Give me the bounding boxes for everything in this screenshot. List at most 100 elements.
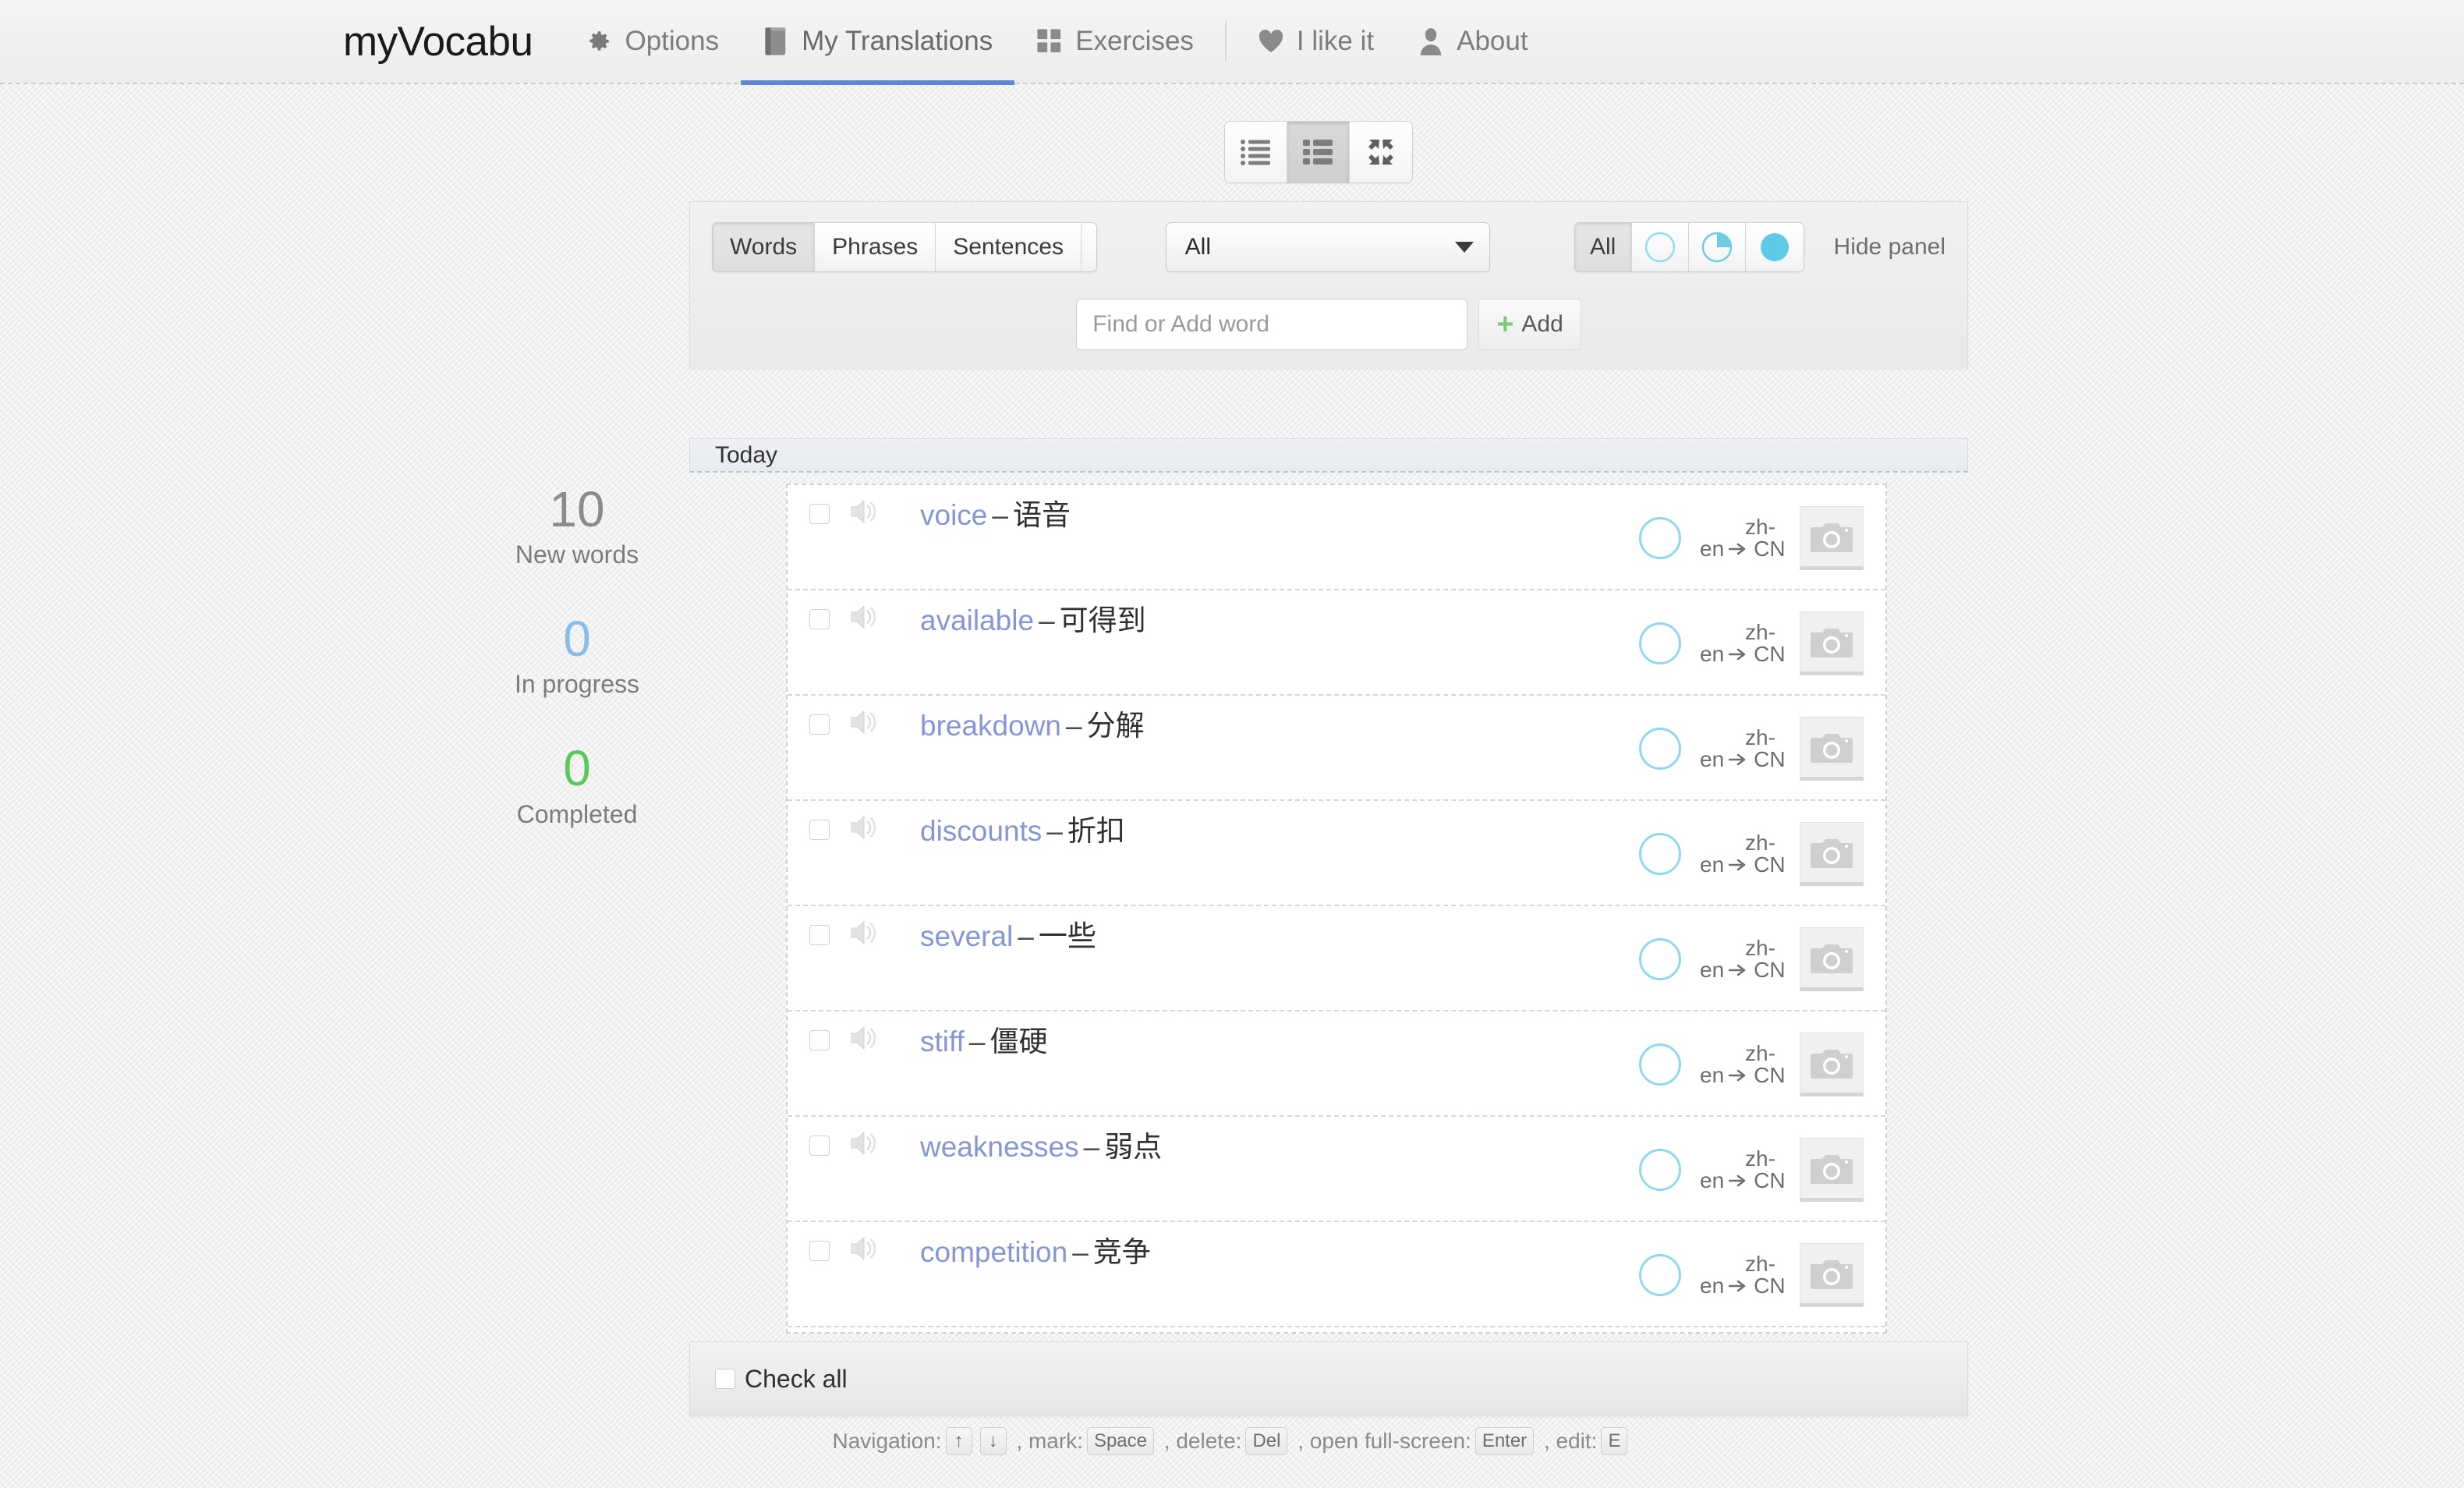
- speaker-icon[interactable]: [847, 1022, 881, 1058]
- arrow-right-icon: [1729, 543, 1746, 554]
- source-lang: en: [1700, 1062, 1725, 1087]
- type-filter-sentences[interactable]: Sentences: [936, 223, 1082, 271]
- speaker-icon[interactable]: [847, 601, 881, 636]
- word-term[interactable]: voice: [920, 499, 987, 531]
- word-translation: 分解: [1086, 710, 1145, 742]
- grid-icon: [1036, 28, 1063, 55]
- table-row[interactable]: voice – 语音 zh-en CN: [788, 485, 1885, 590]
- word-term[interactable]: weaknesses: [920, 1131, 1079, 1163]
- word-term[interactable]: competition: [920, 1236, 1067, 1268]
- table-row[interactable]: several – 一些 zh-en CN: [788, 906, 1885, 1011]
- target-lang-suffix: CN: [1754, 1273, 1786, 1298]
- row-checkbox[interactable]: [809, 1241, 830, 1261]
- speaker-icon[interactable]: [847, 1233, 881, 1268]
- status-filter-all[interactable]: All: [1574, 223, 1632, 271]
- progress-ring-icon[interactable]: [1639, 937, 1681, 980]
- nav-item-my-translations[interactable]: My Translations: [741, 0, 1015, 85]
- status-filter-in-progress[interactable]: [1689, 223, 1747, 271]
- stat-completed: 0 Completed: [437, 742, 717, 828]
- stat-value: 0: [563, 740, 591, 797]
- word-translation: 语音: [1012, 499, 1071, 531]
- source-lang: en: [1700, 1167, 1725, 1192]
- dictionary-select-value: All: [1184, 234, 1211, 260]
- source-lang: en: [1700, 746, 1725, 771]
- target-lang-suffix: CN: [1754, 852, 1786, 877]
- progress-ring-icon[interactable]: [1639, 516, 1681, 559]
- row-checkbox[interactable]: [809, 1135, 830, 1156]
- type-filter-all[interactable]: All: [1081, 223, 1096, 271]
- type-filter-words[interactable]: Words: [713, 223, 816, 271]
- speaker-icon[interactable]: [847, 1128, 881, 1163]
- language-pair: zh-en CN: [1700, 831, 1793, 877]
- screenshot-camera-icon[interactable]: [1800, 821, 1864, 886]
- nav-item-about[interactable]: About: [1396, 0, 1549, 83]
- arrow-right-icon: [1729, 1069, 1746, 1081]
- table-row[interactable]: breakdown – 分解 zh-en CN: [788, 696, 1885, 801]
- row-checkbox[interactable]: [809, 925, 830, 945]
- speaker-icon[interactable]: [847, 707, 881, 742]
- row-checkbox[interactable]: [809, 714, 830, 735]
- source-lang: en: [1700, 536, 1725, 561]
- progress-ring-icon[interactable]: [1639, 832, 1681, 875]
- word-text: competition – 竞争: [920, 1228, 1151, 1270]
- key-del[interactable]: Del: [1245, 1427, 1288, 1455]
- table-row[interactable]: available – 可得到 zh-en CN: [788, 590, 1885, 696]
- target-lang-prefix: zh-: [1745, 1251, 1775, 1276]
- screenshot-camera-icon[interactable]: [1800, 1032, 1864, 1097]
- row-checkbox[interactable]: [809, 609, 830, 629]
- word-term[interactable]: discounts: [920, 815, 1042, 847]
- dictionary-select[interactable]: All: [1165, 222, 1490, 272]
- progress-ring-icon[interactable]: [1639, 1043, 1681, 1086]
- hide-panel-link[interactable]: Hide panel: [1834, 234, 1945, 260]
- row-checkbox[interactable]: [809, 820, 830, 840]
- speaker-icon[interactable]: [847, 496, 881, 531]
- word-term[interactable]: available: [920, 604, 1034, 636]
- screenshot-camera-icon[interactable]: [1800, 611, 1864, 675]
- screenshot-camera-icon[interactable]: [1800, 716, 1864, 781]
- hint-edit: , edit: E: [1544, 1427, 1632, 1455]
- key-arrow-up[interactable]: ↑: [945, 1427, 972, 1455]
- key-enter[interactable]: Enter: [1475, 1427, 1535, 1455]
- check-all-checkbox[interactable]: [715, 1369, 735, 1389]
- add-button-label: Add: [1521, 311, 1563, 337]
- filter-panel-row-top: Words Phrases Sentences All All All: [712, 222, 1945, 272]
- target-lang-suffix: CN: [1754, 746, 1786, 771]
- screenshot-camera-icon[interactable]: [1800, 926, 1864, 991]
- key-arrow-down[interactable]: ↓: [979, 1427, 1007, 1455]
- nav-item-exercises[interactable]: Exercises: [1014, 0, 1216, 83]
- speaker-icon[interactable]: [847, 812, 881, 847]
- table-row[interactable]: competition – 竞争 zh-en CN: [788, 1222, 1885, 1327]
- screenshot-camera-icon[interactable]: [1800, 1242, 1864, 1307]
- source-lang: en: [1700, 957, 1725, 982]
- speaker-icon[interactable]: [847, 917, 881, 952]
- stat-new-words: 10 New words: [437, 481, 717, 569]
- key-e[interactable]: E: [1601, 1427, 1628, 1455]
- language-pair: zh-en CN: [1700, 726, 1793, 771]
- row-checkbox[interactable]: [809, 1030, 830, 1050]
- table-row[interactable]: discounts – 折扣 zh-en CN: [788, 801, 1885, 906]
- progress-ring-icon[interactable]: [1639, 622, 1681, 664]
- search-input[interactable]: [1076, 299, 1468, 350]
- table-row[interactable]: weaknesses – 弱点 zh-en CN: [788, 1117, 1885, 1222]
- key-space[interactable]: Space: [1086, 1427, 1155, 1455]
- status-filter-completed[interactable]: [1746, 223, 1804, 271]
- progress-ring-icon[interactable]: [1639, 1148, 1681, 1191]
- screenshot-camera-icon[interactable]: [1800, 1137, 1864, 1202]
- target-lang-prefix: zh-: [1745, 619, 1775, 644]
- word-translation: 竞争: [1092, 1236, 1151, 1268]
- stat-in-progress: 0 In progress: [437, 612, 717, 699]
- add-button[interactable]: + Add: [1478, 299, 1581, 350]
- status-filter-new[interactable]: [1631, 223, 1690, 271]
- screenshot-camera-icon[interactable]: [1800, 505, 1864, 570]
- word-term[interactable]: stiff: [920, 1026, 965, 1058]
- word-term[interactable]: breakdown: [920, 710, 1061, 742]
- nav-item-i-like-it[interactable]: I like it: [1236, 0, 1396, 83]
- progress-ring-icon[interactable]: [1639, 1253, 1681, 1296]
- row-checkbox[interactable]: [809, 504, 830, 524]
- table-row[interactable]: stiff – 僵硬 zh-en CN: [788, 1011, 1885, 1117]
- progress-ring-icon[interactable]: [1639, 727, 1681, 770]
- stat-value: 10: [549, 481, 605, 537]
- word-term[interactable]: several: [920, 920, 1013, 952]
- type-filter-phrases[interactable]: Phrases: [815, 223, 936, 271]
- nav-item-options[interactable]: Options: [564, 0, 741, 83]
